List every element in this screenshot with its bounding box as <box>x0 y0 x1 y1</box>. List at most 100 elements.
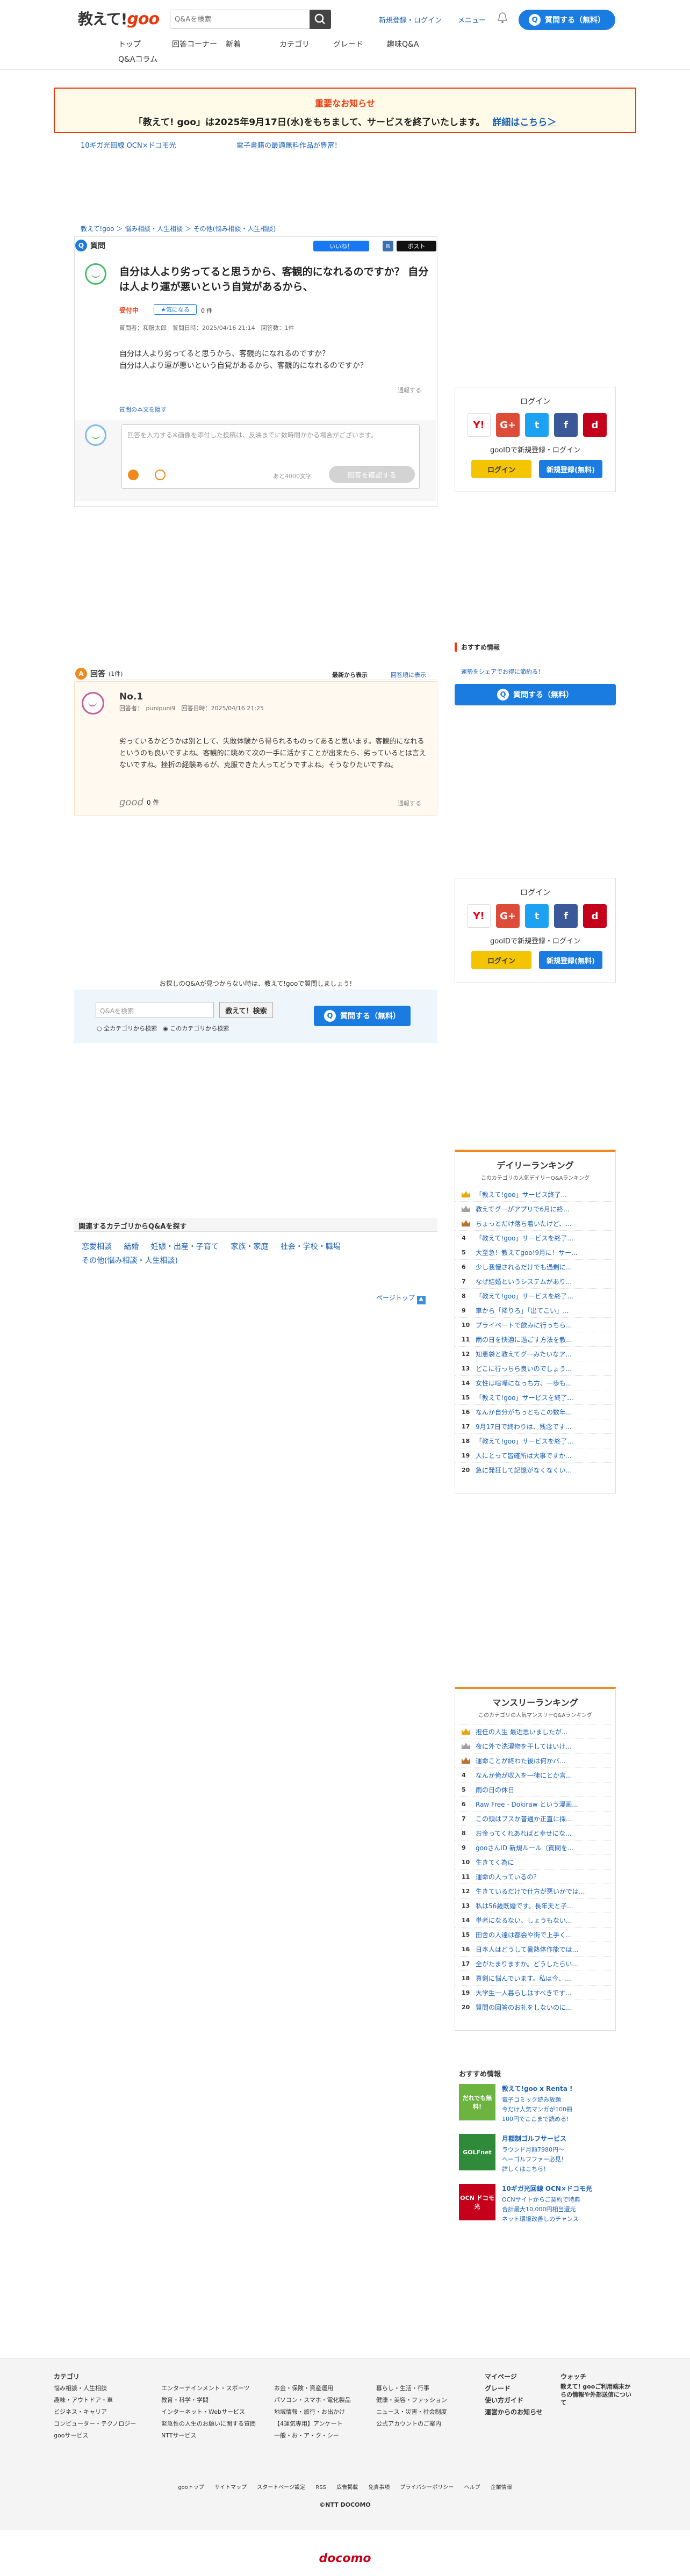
register-button[interactable]: 新規登録(無料) <box>539 951 602 969</box>
footer-link[interactable]: 教えて! gooご利用端末からの情報や外部送信について <box>560 2383 636 2407</box>
page-top-link[interactable]: ページトップ ▲ <box>376 1293 426 1304</box>
ranking-item-title[interactable]: 少し我慢されるだけでも過剰に... <box>476 1262 610 1272</box>
footer-link[interactable]: 地域情報・旅行・お出かけ <box>274 2406 351 2418</box>
footer-link[interactable]: インターネット・Webサービス <box>161 2406 256 2418</box>
recommended-item-line[interactable]: 電子コミック読み放題 <box>502 2095 572 2105</box>
ranking-item[interactable]: 12 知恵袋と教えてグーみたいなア... <box>455 1346 615 1361</box>
footer-link[interactable]: 趣味・アウトドア・車 <box>54 2394 136 2406</box>
docomo-icon[interactable]: d <box>583 904 607 928</box>
recommended-item-line[interactable]: 合計最大10,000円相当還元 <box>502 2205 592 2214</box>
footer-link[interactable]: スタートページ設定 <box>257 2485 305 2491</box>
ranking-item-title[interactable]: なんか俺が収入を一律にとか言... <box>476 1771 610 1780</box>
ranking-item[interactable]: 12 生きているだけで仕方が悪いかでは... <box>455 1884 615 1898</box>
ranking-item[interactable]: 14 単者になるない、しょうもない... <box>455 1913 615 1927</box>
ranking-item[interactable]: 18 「教えて!goo」サービスを終了... <box>455 1433 615 1448</box>
footer-link[interactable]: 【4運気専用】アンケート <box>274 2418 351 2430</box>
google-icon[interactable]: G+ <box>496 413 520 437</box>
ranking-item[interactable]: 「教えて!goo」サービス終了... <box>455 1187 615 1201</box>
ranking-item-title[interactable]: 「教えて!goo」サービスを終了... <box>476 1393 610 1402</box>
recommended-item-line[interactable]: 今だけ人気マンガが100冊 <box>502 2105 572 2115</box>
ranking-item-title[interactable]: プライベートで飲みに行っちら... <box>476 1321 610 1330</box>
footer-link[interactable]: gooトップ <box>178 2485 204 2491</box>
footer-link[interactable]: ヘルプ <box>464 2485 480 2491</box>
recommended-item-title[interactable]: 教えて!goo x Renta ! <box>502 2084 572 2093</box>
ranking-item[interactable]: 4 なんか俺が収入を一律にとか言... <box>455 1767 615 1782</box>
ranking-item[interactable]: 15 「教えて!goo」サービスを終了... <box>455 1390 615 1404</box>
facebook-icon[interactable]: f <box>554 904 578 928</box>
nav-item-grade[interactable]: グレード <box>333 39 387 49</box>
register-button[interactable]: 新規登録(無料) <box>539 460 602 478</box>
docomo-logo[interactable]: docomo <box>0 2552 690 2565</box>
related-link[interactable]: 妊娠・出産・子育て <box>151 1243 219 1251</box>
footer-link[interactable]: NTTサービス <box>161 2430 256 2442</box>
ranking-item[interactable]: 8 「教えて!goo」サービスを終了... <box>455 1288 615 1303</box>
recommended-item-image[interactable]: だれでも無料! <box>459 2084 495 2120</box>
facebook-icon[interactable]: f <box>554 413 578 437</box>
ask-question-button[interactable]: Q 質問する（無料） <box>519 10 615 30</box>
ranking-item[interactable]: 17 9月17日で終わりは、残念です... <box>455 1419 615 1433</box>
ranking-item-title[interactable]: 大至急！教えてgoo!9月に！サー... <box>476 1248 610 1257</box>
footer-link[interactable]: ニュース・災害・社会制度 <box>376 2406 447 2418</box>
recommended-item-line[interactable]: ラウンド月額7980円～ <box>502 2145 567 2155</box>
bell-icon[interactable] <box>497 12 508 24</box>
ranking-item-title[interactable]: 真剣に悩んでいます。私は今、... <box>476 1974 610 1983</box>
recommended-item-image[interactable]: GOLFnet <box>459 2134 495 2170</box>
emoji-icon[interactable] <box>155 470 166 480</box>
footer-link[interactable]: 企業情報 <box>491 2485 512 2491</box>
nav-item-column[interactable]: Q&Aコラム <box>118 54 157 64</box>
recommended-item-line[interactable]: 100円でここまで読める! <box>502 2115 572 2124</box>
answer-report-link[interactable]: 通報する <box>398 799 421 807</box>
footer-link[interactable]: 運営からのお知らせ <box>485 2406 543 2418</box>
footer-link[interactable]: グレード <box>485 2383 543 2394</box>
ranking-item[interactable]: 7 なぜ結婚というシステムがあり... <box>455 1274 615 1288</box>
recommended-item-line[interactable]: ヘーゴルフファー必見！ <box>502 2155 567 2164</box>
yahoo-icon[interactable]: Y! <box>467 904 491 928</box>
related-link[interactable]: 恋愛相談 <box>82 1243 112 1251</box>
ranking-item[interactable]: 17 全がたまりますか。どうしたらい... <box>455 1956 615 1971</box>
ranking-item[interactable]: 18 真剣に悩んでいます。私は今、... <box>455 1971 615 1985</box>
ranking-item[interactable]: 5 大至急！教えてgoo!9月に！サー... <box>455 1245 615 1259</box>
nav-item-category[interactable]: カテゴリ <box>279 39 333 49</box>
ranking-item[interactable]: 19 大学生一人暮らしはすべきです... <box>455 1985 615 2000</box>
ranking-item[interactable]: ちょっとだけ落ち着いたけど、... <box>455 1216 615 1230</box>
ranking-item-title[interactable]: この頭はブスか普通か正直に採... <box>476 1814 610 1823</box>
ranking-item-title[interactable]: 女性は喧嘩になっち方、一歩も... <box>476 1379 610 1388</box>
ranking-item[interactable]: 15 田舎の人達は都会や街で上手く... <box>455 1927 615 1942</box>
footer-link[interactable]: 広告掲載 <box>336 2485 358 2491</box>
facebook-like-button[interactable]: いいね！ <box>313 241 369 251</box>
nav-item-hobby-qa[interactable]: 趣味Q&A <box>387 39 441 49</box>
ranking-item[interactable]: 5 雨の日の休日 <box>455 1782 615 1796</box>
bottom-search-button[interactable]: 教えて！検索 <box>219 1002 273 1018</box>
ranking-item[interactable]: 14 女性は喧嘩になっち方、一歩も... <box>455 1375 615 1390</box>
search-button[interactable] <box>310 10 331 29</box>
hide-body-link[interactable]: 質問の本文を隠す <box>119 405 167 414</box>
ranking-item-title[interactable]: 私は56歳既婚です。長年夫と子... <box>476 1901 610 1910</box>
ranking-item[interactable]: 教えてグーがアプリで6月に終... <box>455 1201 615 1216</box>
recommended-item-line[interactable]: OCNサイトからご契約で特典 <box>502 2195 592 2205</box>
footer-link[interactable]: RSS <box>315 2485 326 2491</box>
footer-link[interactable]: お金・保険・資産運用 <box>274 2383 351 2394</box>
site-logo[interactable]: 教えて!goo <box>78 8 160 29</box>
nav-item-top[interactable]: トップ <box>118 39 172 49</box>
ranking-item[interactable]: 20 急に発狂して記憶がなくなくい... <box>455 1462 615 1477</box>
ranking-item-title[interactable]: 「教えて!goo」サービスを終了... <box>476 1291 610 1301</box>
ranking-item-title[interactable]: 田舎の人達は都会や街で上手く... <box>476 1930 610 1939</box>
ranking-item[interactable]: 6 Raw Free - Dokiraw という漫画... <box>455 1796 615 1811</box>
ranking-item-title[interactable]: 生きてく為に <box>476 1858 610 1867</box>
recommend-link[interactable]: 運勢をシェアでお得に節約る！ <box>461 667 544 676</box>
recommended-item[interactable]: OCN ドコモ光 10ギガ光回線 OCN×ドコモ光 OCNサイトからご契約で特典 合計… <box>459 2184 615 2224</box>
bottom-search-input[interactable]: Q&Aを検索 <box>96 1002 214 1018</box>
ranking-item-title[interactable]: お金ってくれあればと幸せにな... <box>476 1829 610 1838</box>
footer-link[interactable]: 悩み相談・人生相談 <box>54 2383 136 2394</box>
ranking-item-title[interactable]: なんか自分がちっともこの数年... <box>476 1408 610 1417</box>
ranking-item-title[interactable]: ちょっとだけ落ち着いたけど、... <box>476 1219 610 1228</box>
footer-link[interactable]: エンターテインメント・スポーツ <box>161 2383 256 2394</box>
ranking-item[interactable]: 7 この頭はブスか普通か正直に採... <box>455 1811 615 1825</box>
ranking-item[interactable]: 16 なんか自分がちっともこの数年... <box>455 1404 615 1419</box>
related-link[interactable]: その他(悩み相談・人生相談) <box>82 1257 178 1265</box>
nav-item-new[interactable]: 新着 <box>226 39 279 49</box>
ranking-item-title[interactable]: 「教えて!goo」サービス終了... <box>476 1190 610 1199</box>
footer-link[interactable]: ビジネス・キャリア <box>54 2406 136 2418</box>
promo-link-ebook[interactable]: 電子書籍の最適無料作品が豊富！ <box>236 140 341 150</box>
footer-link[interactable]: サイトマップ <box>214 2485 247 2491</box>
